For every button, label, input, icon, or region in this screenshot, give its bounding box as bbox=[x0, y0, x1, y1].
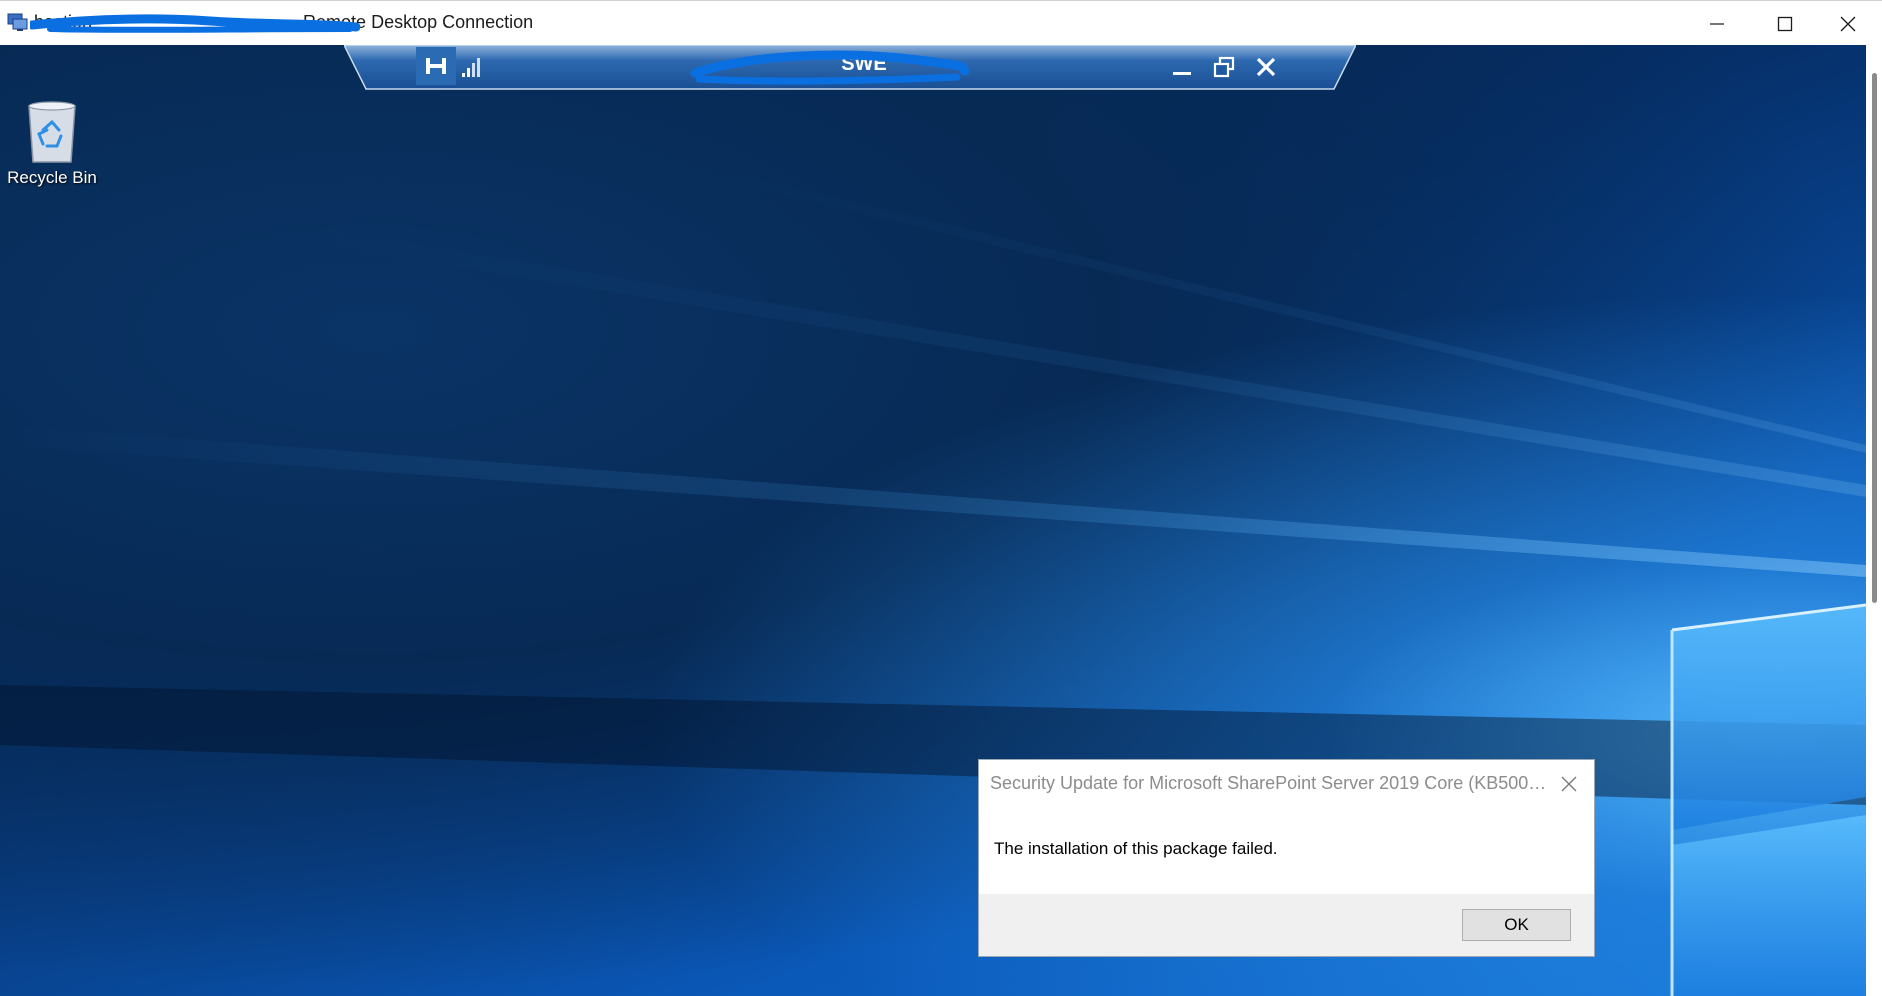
desktop-icon-recycle-bin[interactable]: Recycle Bin bbox=[0, 100, 104, 188]
signal-strength-icon[interactable] bbox=[460, 55, 484, 79]
pin-button[interactable] bbox=[416, 47, 456, 85]
recycle-bin-icon bbox=[28, 101, 76, 163]
pin-icon bbox=[426, 58, 446, 74]
window-minimize-button[interactable] bbox=[1683, 1, 1751, 46]
dialog-footer: OK bbox=[979, 894, 1594, 956]
window-close-button[interactable] bbox=[1814, 1, 1882, 46]
window-maximize-button[interactable] bbox=[1751, 1, 1819, 46]
remote-desktop-wallpaper: Recycle Bin Security Update for Microsof… bbox=[0, 45, 1866, 996]
restore-icon bbox=[1213, 56, 1235, 78]
dialog-close-button[interactable] bbox=[1557, 772, 1581, 796]
close-icon bbox=[1256, 57, 1276, 77]
error-dialog[interactable]: Security Update for Microsoft SharePoint… bbox=[978, 759, 1595, 957]
maximize-icon bbox=[1777, 16, 1793, 31]
connection-close-button[interactable] bbox=[1248, 49, 1284, 85]
vertical-scrollbar[interactable] bbox=[1866, 45, 1882, 996]
dialog-title: Security Update for Microsoft SharePoint… bbox=[990, 773, 1550, 793]
recycle-bin-label: Recycle Bin bbox=[7, 168, 97, 187]
connection-bar[interactable]: SWE bbox=[344, 45, 1356, 92]
minimize-icon bbox=[1710, 22, 1724, 25]
redaction-mark bbox=[30, 14, 360, 33]
dialog-message: The installation of this package failed. bbox=[994, 839, 1278, 858]
close-icon bbox=[1840, 16, 1856, 31]
close-icon bbox=[1561, 776, 1577, 792]
connection-minimize-button[interactable] bbox=[1164, 49, 1200, 85]
ok-button[interactable]: OK bbox=[1462, 909, 1571, 941]
remote-desktop-app-icon bbox=[7, 13, 28, 31]
window-titlebar[interactable]: bastion - Remote Desktop Connection bbox=[0, 0, 1882, 45]
redaction-mark bbox=[690, 50, 969, 85]
scrollbar-thumb[interactable] bbox=[1872, 73, 1877, 603]
connection-restore-button[interactable] bbox=[1206, 49, 1242, 85]
minimize-icon bbox=[1173, 72, 1191, 75]
